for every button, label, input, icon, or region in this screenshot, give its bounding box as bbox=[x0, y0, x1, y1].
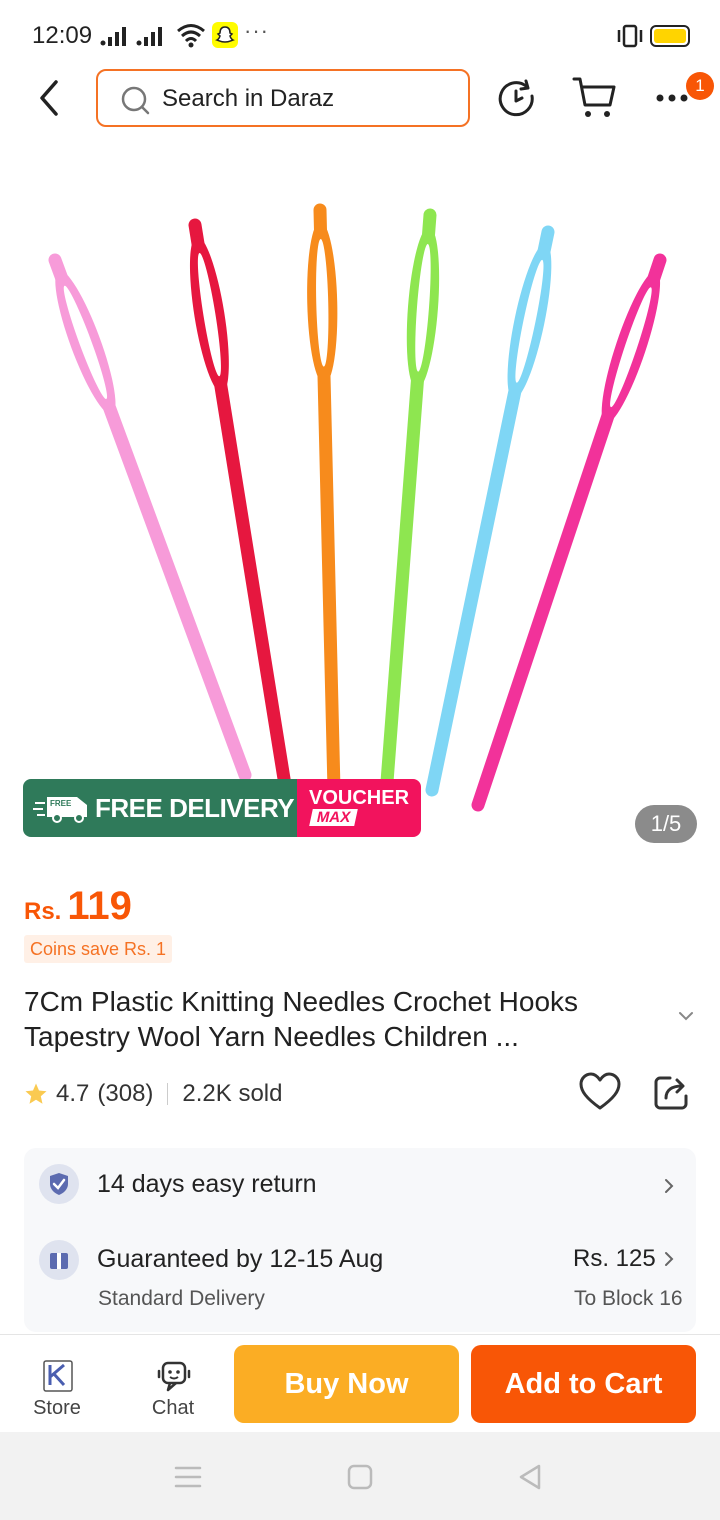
chat-icon bbox=[157, 1361, 191, 1392]
delivery-box-icon bbox=[39, 1240, 79, 1280]
search-placeholder: Search in Daraz bbox=[162, 85, 335, 112]
rating-value: 4.7 bbox=[56, 1080, 90, 1107]
share-icon[interactable] bbox=[652, 1072, 692, 1112]
signal-icon bbox=[136, 27, 162, 46]
needle bbox=[471, 253, 667, 812]
promo-banner[interactable]: FREE FREE DELIVERY VOUCHER MAX bbox=[23, 779, 421, 837]
needle bbox=[379, 208, 440, 802]
cart-icon[interactable] bbox=[570, 74, 618, 120]
rating-row[interactable]: 4.7 (308) 2.2K sold bbox=[24, 1076, 282, 1112]
needle bbox=[307, 203, 341, 797]
buy-now-button[interactable]: Buy Now bbox=[234, 1345, 459, 1423]
price-currency: Rs. bbox=[24, 898, 62, 925]
chevron-right-icon[interactable] bbox=[662, 1249, 676, 1269]
system-nav-bar bbox=[0, 1432, 720, 1520]
signal-icon bbox=[100, 27, 126, 46]
price-value: 119 bbox=[67, 884, 132, 928]
search-header: Search in Daraz bbox=[0, 64, 720, 140]
snapchat-icon bbox=[212, 22, 238, 48]
product-price: Rs. 119 bbox=[24, 884, 132, 929]
coins-save-badge: Coins save Rs. 1 bbox=[24, 935, 173, 963]
free-tag: FREE bbox=[50, 799, 72, 808]
image-counter: 1/5 bbox=[635, 805, 697, 843]
vibrate-icon bbox=[617, 24, 643, 48]
status-more-icon: ··· bbox=[244, 18, 269, 43]
needle bbox=[425, 225, 555, 797]
cart-badge: 1 bbox=[686, 72, 714, 100]
truck-icon: FREE bbox=[33, 797, 87, 823]
search-icon bbox=[121, 86, 150, 115]
search-input[interactable]: Search in Daraz bbox=[96, 69, 470, 127]
action-bar: Store Chat Buy Now Add to Cart bbox=[0, 1334, 720, 1432]
service-card: 14 days easy return Guaranteed by 12-15 … bbox=[24, 1148, 696, 1332]
shield-check-icon bbox=[39, 1164, 79, 1204]
chat-label: Chat bbox=[151, 1397, 195, 1419]
delivery-guarantee-text: Guaranteed by 12-15 Aug bbox=[97, 1245, 384, 1273]
needle bbox=[188, 218, 292, 792]
wifi-icon bbox=[177, 24, 205, 48]
add-to-cart-button[interactable]: Add to Cart bbox=[471, 1345, 696, 1423]
store-button[interactable]: Store bbox=[20, 1345, 94, 1425]
sold-count: 2.2K sold bbox=[182, 1080, 283, 1107]
star-icon bbox=[25, 1083, 47, 1104]
return-policy-text: 14 days easy return bbox=[97, 1170, 317, 1198]
chevron-down-icon[interactable] bbox=[676, 1008, 696, 1024]
store-icon bbox=[43, 1360, 73, 1392]
menu-nav-icon[interactable] bbox=[171, 1462, 205, 1492]
needles-image bbox=[48, 203, 667, 812]
product-image[interactable] bbox=[0, 140, 720, 856]
store-label: Store bbox=[33, 1397, 81, 1419]
delivery-destination: To Block 16 bbox=[574, 1287, 683, 1310]
voucher-label: VOUCHER bbox=[309, 787, 410, 809]
divider bbox=[167, 1083, 169, 1105]
free-delivery-badge: FREE FREE DELIVERY bbox=[23, 779, 297, 837]
voucher-max-label: MAX bbox=[309, 809, 359, 826]
delivery-type-text: Standard Delivery bbox=[98, 1287, 265, 1310]
chat-button[interactable]: Chat bbox=[136, 1345, 210, 1425]
history-icon[interactable] bbox=[496, 78, 538, 120]
delivery-fee: Rs. 125 bbox=[573, 1245, 656, 1272]
back-button[interactable] bbox=[30, 76, 70, 120]
free-delivery-label: FREE DELIVERY bbox=[95, 793, 295, 823]
status-bar: 12:09 ··· bbox=[0, 0, 720, 64]
product-title: 7Cm Plastic Knitting Needles Crochet Hoo… bbox=[24, 986, 579, 1052]
back-nav-icon[interactable] bbox=[513, 1462, 547, 1492]
heart-icon[interactable] bbox=[578, 1072, 622, 1112]
voucher-max-badge: VOUCHER MAX bbox=[297, 779, 421, 837]
chevron-right-icon[interactable] bbox=[662, 1176, 676, 1196]
review-count: (308) bbox=[97, 1080, 154, 1107]
battery-icon bbox=[650, 25, 690, 47]
status-time: 12:09 bbox=[32, 22, 93, 49]
home-nav-icon[interactable] bbox=[343, 1462, 377, 1492]
